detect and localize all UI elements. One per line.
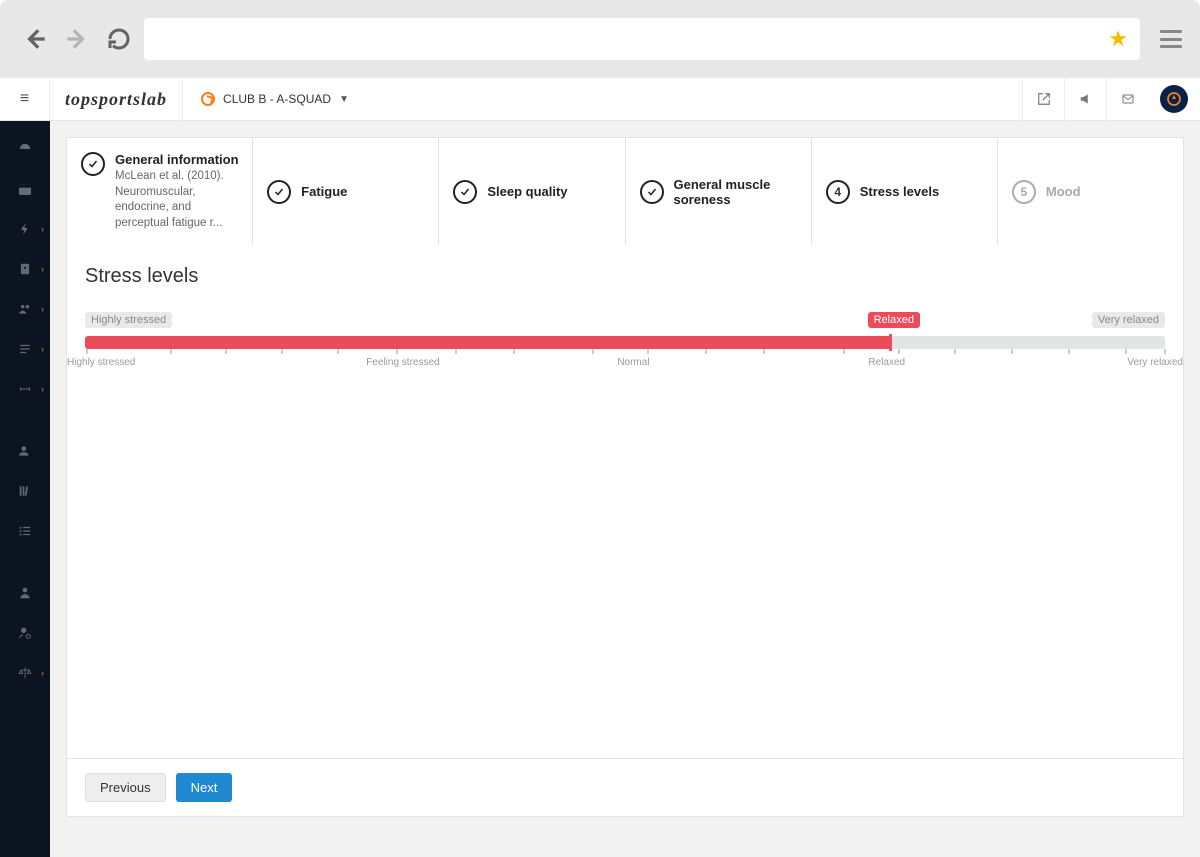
- slider-ticks: Highly stressed Feeling stressed Normal Rel…: [67, 349, 1183, 377]
- question-section: Stress levels Highly stressed Relaxed Ve…: [67, 245, 1183, 389]
- sidebar-item-medical[interactable]: ›: [0, 249, 50, 289]
- sidebar-item-activity[interactable]: ›: [0, 209, 50, 249]
- browser-forward-button[interactable]: [60, 22, 94, 56]
- slider-tick: [170, 349, 172, 354]
- chevron-down-icon: ▼: [339, 94, 349, 105]
- next-button[interactable]: Next: [176, 773, 233, 802]
- step-title: Fatigue: [301, 184, 347, 199]
- step-muscle-soreness[interactable]: General muscle soreness: [626, 138, 812, 245]
- slider-tick-label: Very relaxed: [1127, 357, 1183, 368]
- sidebar-item-list[interactable]: ›: [0, 329, 50, 369]
- slider-tick: [86, 349, 88, 354]
- wizard-steps: General information McLean et al. (2010)…: [67, 138, 1183, 245]
- slider-max-badge: Very relaxed: [1092, 312, 1165, 328]
- step-title: Mood: [1046, 184, 1081, 199]
- step-title: General information: [115, 152, 240, 167]
- questionnaire-card: General information McLean et al. (2010)…: [66, 137, 1184, 817]
- sidebar-item-admin[interactable]: [0, 613, 50, 653]
- mail-icon[interactable]: [1106, 78, 1148, 121]
- club-label: CLUB B - A-SQUAD: [223, 92, 331, 106]
- external-link-icon[interactable]: [1022, 78, 1064, 121]
- announce-icon[interactable]: [1064, 78, 1106, 121]
- browser-url-bar[interactable]: ★: [144, 18, 1140, 60]
- bookmark-star-icon[interactable]: ★: [1108, 26, 1128, 52]
- sidebar-item-calendar[interactable]: [0, 169, 50, 209]
- check-icon: [267, 180, 291, 204]
- step-title: General muscle soreness: [674, 177, 799, 207]
- check-icon: [453, 180, 477, 204]
- slider-tick-label: Relaxed: [868, 357, 905, 368]
- check-icon: [81, 152, 105, 176]
- slider-tick-label: Feeling stressed: [366, 357, 439, 368]
- user-avatar[interactable]: [1160, 85, 1188, 113]
- step-title: Stress levels: [860, 184, 940, 199]
- slider-tick: [1011, 349, 1013, 354]
- sidebar-item-team[interactable]: ›: [0, 289, 50, 329]
- section-title: Stress levels: [85, 265, 1165, 288]
- club-selector[interactable]: CLUB B - A-SQUAD ▼: [183, 78, 367, 121]
- slider-tick: [954, 349, 956, 354]
- wizard-footer: Previous Next: [67, 758, 1183, 816]
- slider-tick: [843, 349, 845, 354]
- slider-min-badge: Highly stressed: [85, 312, 172, 328]
- slider-tick: [281, 349, 283, 354]
- step-sleep-quality[interactable]: Sleep quality: [439, 138, 625, 245]
- sidebar-item-checklist[interactable]: [0, 511, 50, 551]
- browser-back-button[interactable]: [18, 22, 52, 56]
- app-topbar: ≡ topsportslab CLUB B - A-SQUAD ▼: [0, 78, 1200, 121]
- slider-tick: [763, 349, 765, 354]
- step-number-icon: 4: [826, 180, 850, 204]
- step-fatigue[interactable]: Fatigue: [253, 138, 439, 245]
- slider-tick: [396, 349, 398, 354]
- browser-menu-button[interactable]: [1160, 30, 1182, 48]
- slider-value-badge: Relaxed: [868, 312, 920, 328]
- step-title: Sleep quality: [487, 184, 567, 199]
- sidebar-item-fitness[interactable]: ›: [0, 369, 50, 409]
- browser-chrome: ★: [0, 0, 1200, 78]
- step-general-info[interactable]: General information McLean et al. (2010)…: [67, 138, 253, 245]
- sidebar-item-user-add[interactable]: [0, 431, 50, 471]
- slider-tick: [225, 349, 227, 354]
- previous-button[interactable]: Previous: [85, 773, 166, 802]
- slider-tick: [898, 349, 900, 354]
- step-mood[interactable]: 5 Mood: [998, 138, 1183, 245]
- slider-tick: [647, 349, 649, 354]
- sidebar-item-library[interactable]: [0, 471, 50, 511]
- slider-tick: [455, 349, 457, 354]
- slider-tick: [1125, 349, 1127, 354]
- sidebar-toggle-button[interactable]: ≡: [0, 78, 50, 121]
- step-number-icon: 5: [1012, 180, 1036, 204]
- sidebar-item-profile[interactable]: [0, 573, 50, 613]
- slider-tick: [513, 349, 515, 354]
- slider-tick-label: Highly stressed: [67, 357, 135, 368]
- stress-slider[interactable]: Highly stressed Relaxed Very relaxed Hig…: [85, 306, 1165, 377]
- slider-tick: [1068, 349, 1070, 354]
- club-icon: [201, 92, 215, 106]
- slider-tick: [705, 349, 707, 354]
- slider-tick: [1164, 349, 1166, 354]
- slider-tick: [337, 349, 339, 354]
- app-logo[interactable]: topsportslab: [50, 78, 183, 121]
- check-icon: [640, 180, 664, 204]
- main-content: General information McLean et al. (2010)…: [50, 121, 1200, 857]
- step-subtitle: McLean et al. (2010). Neuromuscular, end…: [115, 169, 240, 231]
- sidebar-item-balance[interactable]: ›: [0, 653, 50, 693]
- step-stress-levels[interactable]: 4 Stress levels: [812, 138, 998, 245]
- slider-tick-label: Normal: [617, 357, 649, 368]
- slider-tick: [592, 349, 594, 354]
- browser-reload-button[interactable]: [102, 22, 136, 56]
- sidebar-item-dashboard[interactable]: [0, 129, 50, 169]
- slider-fill: [85, 336, 890, 349]
- sidebar: › › › › › ›: [0, 121, 50, 857]
- slider-track[interactable]: [85, 336, 1165, 349]
